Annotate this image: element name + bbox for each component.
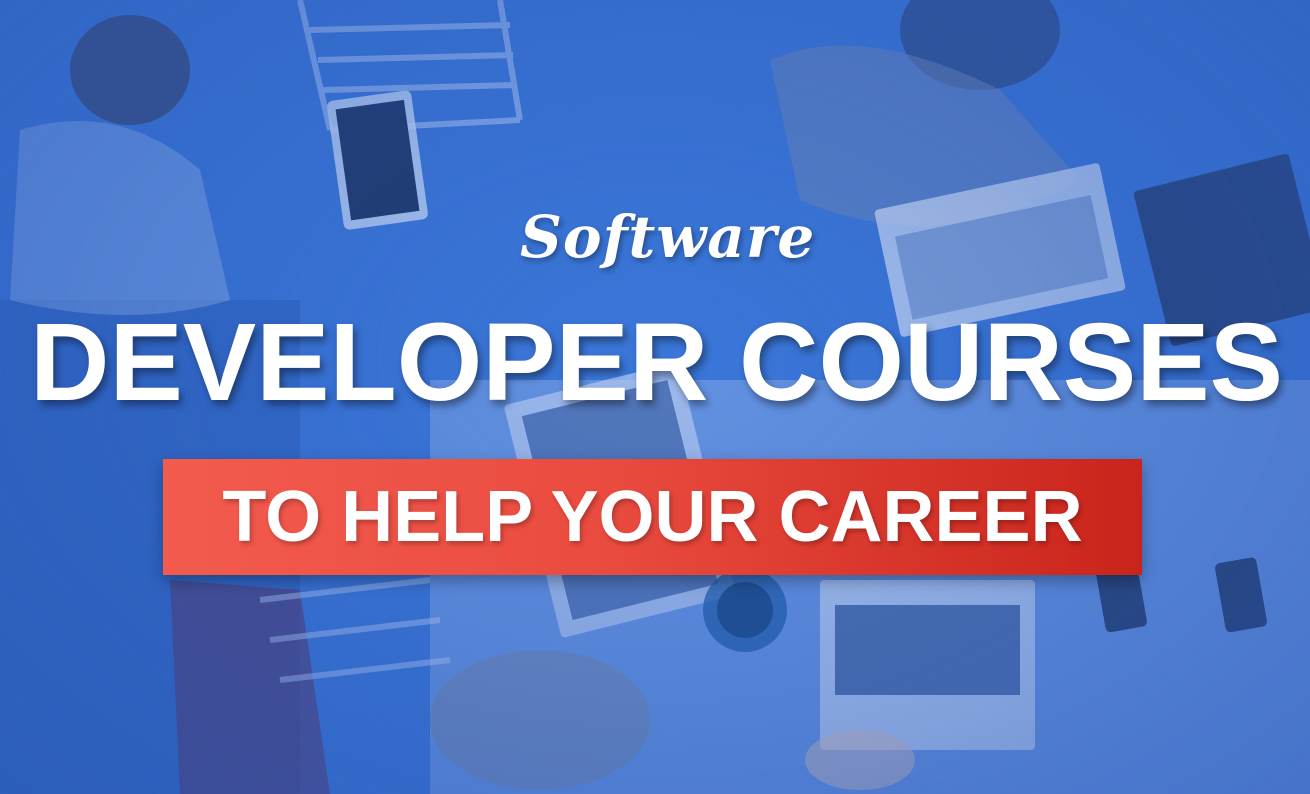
headline-group: Software DEVELOPER COURSES TO HELP YOUR … — [0, 0, 1310, 794]
main-title: DEVELOPER COURSES — [30, 301, 1284, 424]
red-ribbon: TO HELP YOUR CAREER — [163, 459, 1142, 575]
ribbon-text: TO HELP YOUR CAREER — [222, 477, 1083, 557]
script-title: Software — [520, 203, 816, 271]
hero-banner: Software DEVELOPER COURSES TO HELP YOUR … — [0, 0, 1310, 794]
